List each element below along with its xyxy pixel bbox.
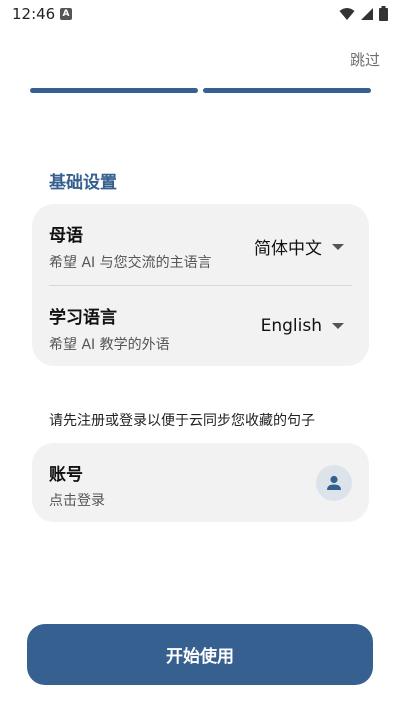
account-subtitle: 点击登录: [49, 493, 105, 509]
start-button[interactable]: 开始使用: [27, 624, 373, 685]
learning-language-subtitle: 希望 AI 教学的外语: [49, 337, 170, 353]
learning-language-dropdown[interactable]: English: [261, 316, 344, 336]
status-bar: 12:46 A: [0, 0, 400, 28]
wifi-icon: [339, 7, 355, 20]
skip-button[interactable]: 跳过: [350, 49, 380, 70]
native-language-subtitle: 希望 AI 与您交流的主语言: [49, 255, 212, 271]
status-icons: [339, 6, 388, 21]
progress-step-1: [30, 88, 198, 93]
native-language-title: 母语: [49, 226, 83, 246]
section-title-basic-settings: 基础设置: [49, 173, 117, 193]
native-language-dropdown[interactable]: 简体中文: [254, 234, 344, 259]
native-language-row[interactable]: 母语 希望 AI 与您交流的主语言 简体中文: [32, 204, 369, 285]
avatar[interactable]: [316, 465, 352, 501]
learning-language-value: English: [260, 316, 322, 336]
progress-step-2: [203, 88, 371, 93]
notification-icon: A: [60, 8, 72, 20]
person-icon: [327, 475, 341, 490]
learning-language-row[interactable]: 学习语言 希望 AI 教学的外语 English: [32, 285, 369, 366]
settings-card: 母语 希望 AI 与您交流的主语言 简体中文 学习语言 希望 AI 教学的外语 …: [32, 204, 369, 366]
signal-icon: [361, 7, 373, 20]
native-language-value: 简体中文: [254, 239, 322, 259]
learning-language-title: 学习语言: [49, 308, 117, 328]
battery-icon: [379, 6, 388, 21]
account-card[interactable]: 账号 点击登录: [32, 443, 369, 522]
account-hint: 请先注册或登录以便于云同步您收藏的句子: [49, 413, 315, 429]
onboarding-screen: 12:46 A 跳过 基础设置 母语 希望 AI 与您交流的主语言 简体中文 学…: [0, 0, 400, 712]
dropdown-arrow-icon: [332, 323, 344, 329]
step-progress: [30, 88, 371, 93]
account-title: 账号: [49, 465, 83, 485]
status-time: 12:46: [12, 5, 56, 23]
dropdown-arrow-icon: [332, 243, 344, 250]
